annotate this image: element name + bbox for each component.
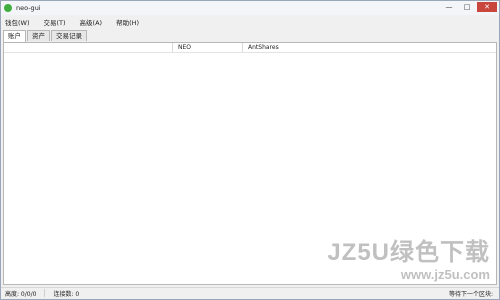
watermark-url: www.jz5u.com xyxy=(400,267,490,282)
column-antshares[interactable]: AntShares xyxy=(248,44,279,51)
tab-assets[interactable]: 资产 xyxy=(27,30,50,41)
menu-wallet[interactable]: 钱包(W) xyxy=(5,17,30,27)
close-icon[interactable]: ✕ xyxy=(477,2,497,12)
menu-advanced[interactable]: 高级(A) xyxy=(80,17,103,27)
status-connections: 连接数: 0 xyxy=(53,291,80,298)
column-separator[interactable] xyxy=(242,43,243,52)
title-bar: neo-gui — □ ✕ xyxy=(1,1,499,15)
app-icon xyxy=(4,4,12,12)
status-left: 高度: 0/0/0 连接数: 0 xyxy=(5,289,79,298)
status-divider xyxy=(44,289,46,297)
window-title: neo-gui xyxy=(16,4,41,12)
tab-transactions[interactable]: 交易记录 xyxy=(51,30,87,41)
menu-help[interactable]: 帮助(H) xyxy=(116,17,139,27)
menu-bar: 钱包(W) 交易(T) 高级(A) 帮助(H) xyxy=(1,15,499,29)
table-header: NEO AntShares xyxy=(4,43,496,53)
tab-accounts[interactable]: 账户 xyxy=(3,30,26,42)
status-height: 高度: 0/0/0 xyxy=(5,291,37,298)
status-next-block: 等待下一个区块: xyxy=(448,291,493,298)
column-neo[interactable]: NEO xyxy=(178,44,191,51)
window-controls: — □ ✕ xyxy=(441,2,497,12)
watermark: JZ5U绿色下载 www.jz5u.com xyxy=(327,232,490,282)
menu-transaction[interactable]: 交易(T) xyxy=(44,17,66,27)
tab-strip: 账户 资产 交易记录 xyxy=(3,30,87,42)
maximize-icon[interactable]: □ xyxy=(459,2,475,12)
column-separator[interactable] xyxy=(172,43,173,52)
watermark-brand: JZ5U绿色下载 xyxy=(327,239,490,266)
minimize-icon[interactable]: — xyxy=(441,2,457,12)
status-bar: 高度: 0/0/0 连接数: 0 等待下一个区块: xyxy=(1,287,499,299)
